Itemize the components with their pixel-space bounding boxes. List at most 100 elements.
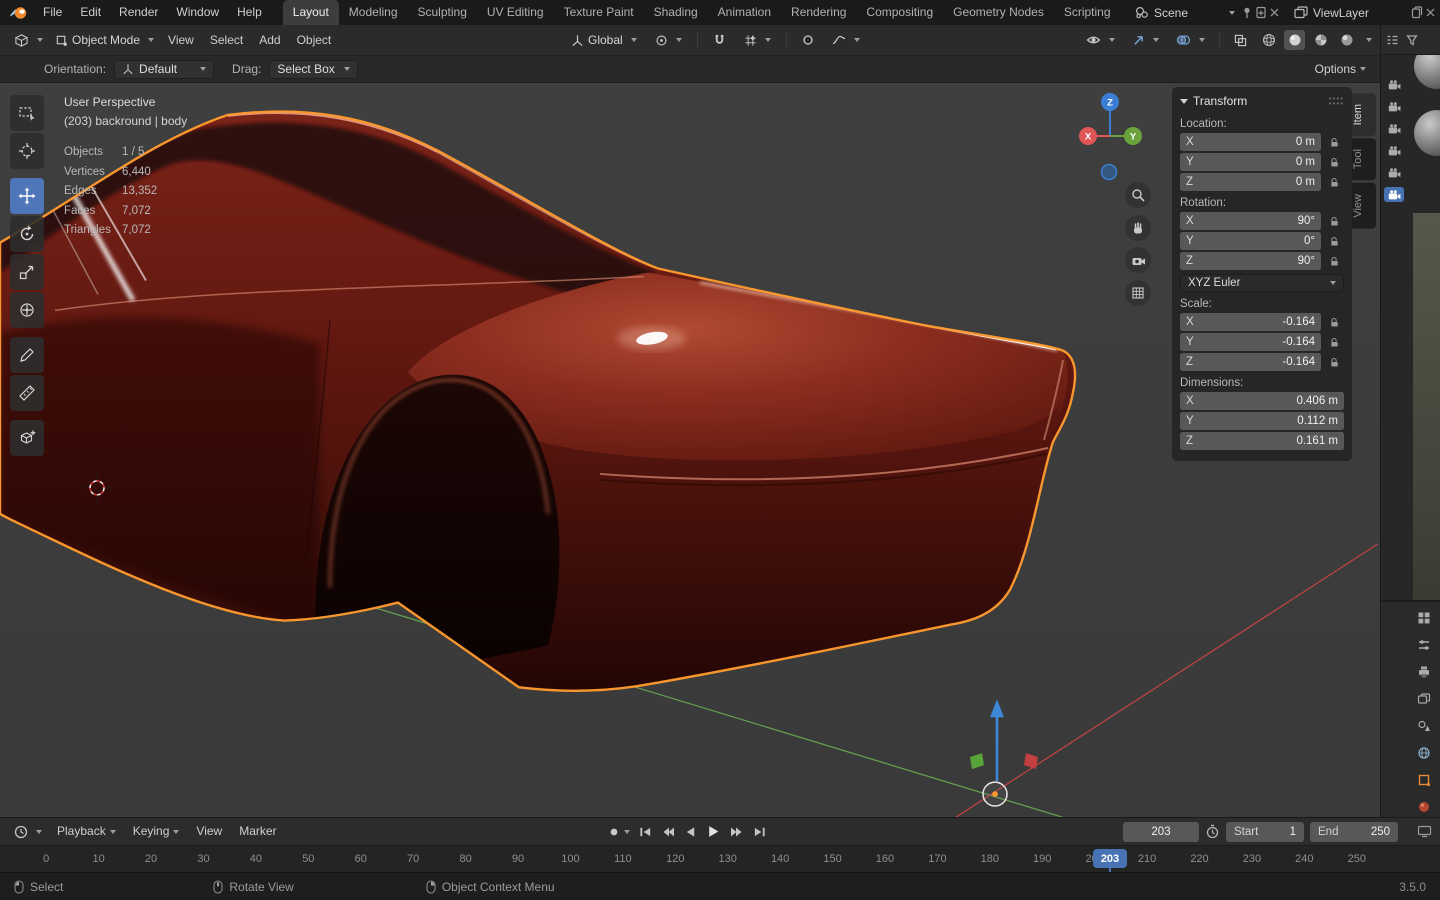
- rotation-x-field[interactable]: X90°: [1180, 212, 1321, 230]
- menu-view[interactable]: View: [188, 818, 230, 845]
- dimensions-z-field[interactable]: Z0.161 m: [1180, 432, 1344, 450]
- scale-y-field[interactable]: Y-0.164: [1180, 333, 1321, 351]
- workspace-tab-uv-editing[interactable]: UV Editing: [477, 0, 554, 25]
- menu-view[interactable]: View: [160, 25, 202, 55]
- proportional-falloff-selector[interactable]: [826, 28, 866, 52]
- properties-tab-output[interactable]: [1417, 665, 1431, 679]
- orientation-dropdown[interactable]: Default: [114, 60, 214, 79]
- workspace-tab-compositing[interactable]: Compositing: [856, 0, 943, 25]
- unpin-icon[interactable]: [1241, 6, 1253, 19]
- dimensions-x-field[interactable]: X0.406 m: [1180, 392, 1344, 410]
- shading-solid-button[interactable]: [1284, 30, 1305, 50]
- render-visibility-toggle[interactable]: [1384, 143, 1404, 158]
- play-reverse-button[interactable]: [684, 826, 697, 838]
- show-gizmos-toggle[interactable]: [1126, 28, 1165, 52]
- menu-playback[interactable]: Playback: [49, 818, 124, 845]
- editor-type-button[interactable]: [1417, 611, 1431, 625]
- tool-box-select[interactable]: [10, 95, 44, 131]
- lock-icon[interactable]: [1324, 256, 1344, 267]
- tool-transform[interactable]: [10, 292, 44, 328]
- rotation-mode-dropdown[interactable]: XYZ Euler: [1180, 274, 1344, 292]
- panel-grip[interactable]: ••••••••: [1329, 96, 1344, 106]
- timeline-ruler[interactable]: 0102030405060708090100110120130140150160…: [0, 845, 1440, 872]
- lock-icon[interactable]: [1324, 337, 1344, 348]
- workspace-tab-modeling[interactable]: Modeling: [339, 0, 408, 25]
- location-z-field[interactable]: Z0 m: [1180, 173, 1321, 191]
- scene-selector[interactable]: Scene: [1131, 6, 1239, 20]
- options-dropdown[interactable]: Options: [1315, 62, 1380, 76]
- viewlayer-selector[interactable]: ViewLayer: [1290, 6, 1409, 20]
- scale-z-field[interactable]: Z-0.164: [1180, 353, 1321, 371]
- workspace-tab-rendering[interactable]: Rendering: [781, 0, 856, 25]
- menu-add[interactable]: Add: [251, 25, 288, 55]
- properties-tab-world[interactable]: [1417, 746, 1431, 760]
- pivot-point-selector[interactable]: [649, 28, 688, 52]
- tool-cursor[interactable]: [10, 133, 44, 169]
- location-x-field[interactable]: X0 m: [1180, 133, 1321, 151]
- tool-measure[interactable]: [10, 375, 44, 411]
- render-visibility-toggle[interactable]: [1384, 77, 1404, 92]
- start-frame-field[interactable]: Start1: [1226, 822, 1304, 842]
- tool-scale[interactable]: [10, 254, 44, 290]
- workspace-tab-sculpting[interactable]: Sculpting: [408, 0, 477, 25]
- outliner-list-icon[interactable]: [1386, 34, 1399, 46]
- menu-file[interactable]: File: [34, 0, 71, 25]
- properties-tab-material[interactable]: [1417, 800, 1431, 814]
- snap-toggle[interactable]: [707, 28, 732, 52]
- lock-icon[interactable]: [1324, 236, 1344, 247]
- shading-rendered-button[interactable]: [1336, 30, 1357, 50]
- pan-button[interactable]: [1125, 215, 1151, 241]
- gizmo-x-handle[interactable]: [1024, 753, 1038, 769]
- navigation-gizmo[interactable]: Z X Y: [1062, 91, 1158, 183]
- play-button[interactable]: [706, 825, 721, 838]
- rotation-z-field[interactable]: Z90°: [1180, 252, 1321, 270]
- lock-icon[interactable]: [1324, 357, 1344, 368]
- unlink-scene-icon[interactable]: [1269, 7, 1280, 18]
- render-visibility-toggle[interactable]: [1384, 99, 1404, 114]
- menu-edit[interactable]: Edit: [71, 0, 110, 25]
- rotation-y-field[interactable]: Y0°: [1180, 232, 1321, 250]
- render-visibility-toggle-active[interactable]: [1384, 187, 1404, 202]
- new-scene-icon[interactable]: [1255, 6, 1267, 19]
- lock-icon[interactable]: [1324, 177, 1344, 188]
- menu-marker[interactable]: Marker: [231, 818, 284, 845]
- transform-gizmo[interactable]: [970, 699, 1038, 806]
- lock-icon[interactable]: [1324, 216, 1344, 227]
- properties-tab-object[interactable]: [1417, 773, 1431, 787]
- menu-keying[interactable]: Keying: [125, 818, 188, 845]
- lock-icon[interactable]: [1324, 317, 1344, 328]
- timeline-corner-editor-icon[interactable]: [1417, 825, 1432, 838]
- tab-view[interactable]: View: [1352, 183, 1376, 229]
- axis-neg-z-ball[interactable]: [1102, 165, 1117, 180]
- workspace-tab-animation[interactable]: Animation: [708, 0, 781, 25]
- jump-start-button[interactable]: [639, 826, 652, 838]
- end-frame-field[interactable]: End250: [1310, 822, 1398, 842]
- drag-dropdown[interactable]: Select Box: [269, 60, 357, 79]
- viewport-canvas[interactable]: User Perspective (203) backround | body …: [0, 83, 1380, 817]
- panel-title[interactable]: Transform: [1193, 94, 1247, 108]
- tab-item[interactable]: Item: [1352, 93, 1376, 136]
- properties-tab-view-layer[interactable]: [1417, 692, 1431, 706]
- lock-icon[interactable]: [1324, 157, 1344, 168]
- collapse-arrow-icon[interactable]: [1180, 99, 1188, 104]
- blender-logo-icon[interactable]: [9, 5, 28, 20]
- shading-wireframe-button[interactable]: [1258, 30, 1279, 50]
- object-visibility-selector[interactable]: [1080, 28, 1121, 52]
- transform-orientation-selector[interactable]: Global: [565, 28, 643, 52]
- xray-toggle[interactable]: [1228, 28, 1253, 52]
- gizmo-z-arrow[interactable]: [990, 699, 1004, 717]
- lock-icon[interactable]: [1324, 137, 1344, 148]
- current-frame-field[interactable]: 203: [1123, 822, 1199, 842]
- prev-keyframe-button[interactable]: [661, 826, 675, 838]
- menu-help[interactable]: Help: [228, 0, 271, 25]
- scale-x-field[interactable]: X-0.164: [1180, 313, 1321, 331]
- tab-tool[interactable]: Tool: [1352, 138, 1376, 180]
- workspace-tab-shading[interactable]: Shading: [644, 0, 708, 25]
- menu-object[interactable]: Object: [289, 25, 340, 55]
- tool-add-primitive[interactable]: [10, 420, 44, 456]
- workspace-tab-texture-paint[interactable]: Texture Paint: [554, 0, 644, 25]
- menu-select[interactable]: Select: [202, 25, 251, 55]
- zoom-button[interactable]: [1125, 182, 1151, 208]
- menu-render[interactable]: Render: [110, 0, 167, 25]
- workspace-tab-scripting[interactable]: Scripting: [1054, 0, 1121, 25]
